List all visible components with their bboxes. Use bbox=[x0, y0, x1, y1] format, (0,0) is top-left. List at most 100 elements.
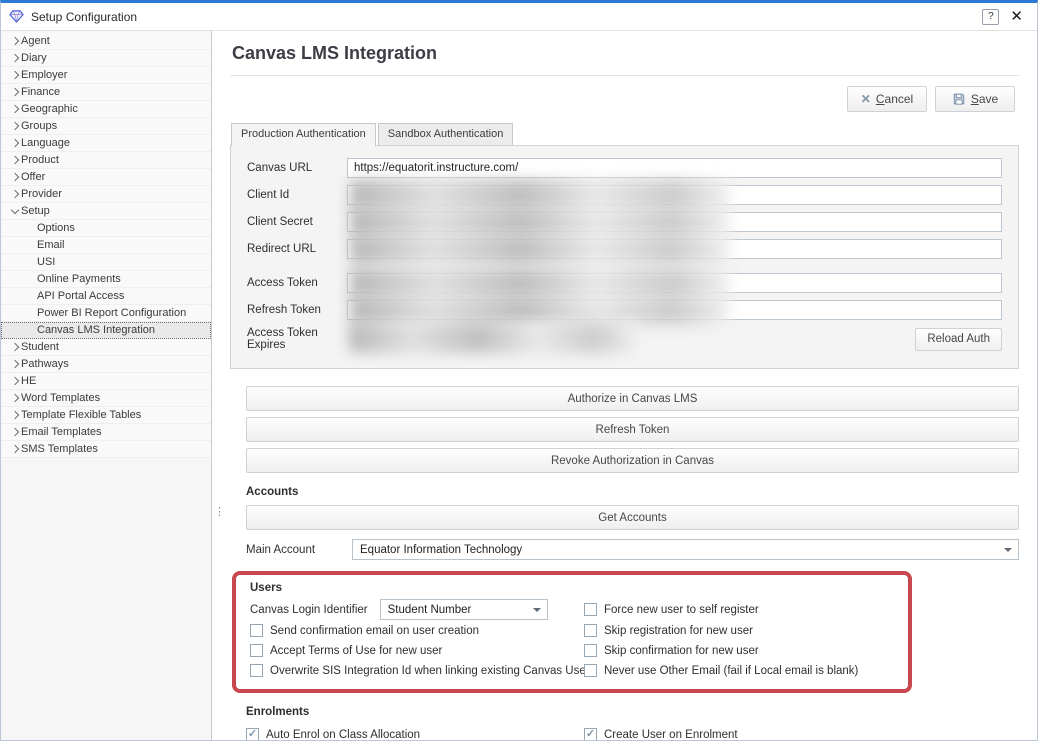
sidebar-item-options[interactable]: Options bbox=[1, 220, 211, 237]
checkbox-skip-confirmation-for-new-user[interactable]: Skip confirmation for new user bbox=[584, 644, 896, 657]
sidebar-item-product[interactable]: Product bbox=[1, 152, 211, 169]
sidebar-item-email[interactable]: Email bbox=[1, 237, 211, 254]
field-input-canvas-url[interactable]: https://equatorit.instructure.com/ bbox=[347, 158, 1002, 178]
sidebar-item-api-portal-access[interactable]: API Portal Access bbox=[1, 288, 211, 305]
field-row-redirect-url: Redirect URL bbox=[247, 239, 1002, 259]
unchecked-checkbox-icon bbox=[584, 664, 597, 677]
sidebar-item-online-payments[interactable]: Online Payments bbox=[1, 271, 211, 288]
sidebar-item-label: API Portal Access bbox=[37, 290, 124, 302]
splitter-grip-icon[interactable]: ⋮ bbox=[214, 509, 225, 516]
tab-sandbox-authentication[interactable]: Sandbox Authentication bbox=[378, 123, 514, 145]
chevron-right-icon[interactable] bbox=[8, 140, 21, 146]
chevron-right-icon[interactable] bbox=[8, 344, 21, 350]
chevron-right-icon[interactable] bbox=[8, 123, 21, 129]
cancel-button-label: Cancel bbox=[876, 92, 913, 106]
main-account-value: Equator Information Technology bbox=[360, 544, 1001, 556]
chevron-right-icon[interactable] bbox=[8, 191, 21, 197]
cancel-button[interactable]: ✕ Cancel bbox=[847, 86, 927, 112]
sidebar-item-he[interactable]: HE bbox=[1, 373, 211, 390]
help-button[interactable]: ? bbox=[982, 9, 999, 25]
field-label-client-id: Client Id bbox=[247, 189, 347, 201]
sidebar-item-canvas-lms-integration[interactable]: Canvas LMS Integration bbox=[1, 322, 211, 339]
close-button[interactable]: ✕ bbox=[1006, 9, 1027, 24]
sidebar-item-offer[interactable]: Offer bbox=[1, 169, 211, 186]
chevron-right-icon[interactable] bbox=[8, 395, 21, 401]
chevron-down-icon bbox=[530, 608, 544, 612]
field-input-access-token[interactable] bbox=[347, 273, 1002, 293]
sidebar-item-word-templates[interactable]: Word Templates bbox=[1, 390, 211, 407]
unchecked-checkbox-icon bbox=[250, 644, 263, 657]
sidebar-item-employer[interactable]: Employer bbox=[1, 67, 211, 84]
sidebar-item-pathways[interactable]: Pathways bbox=[1, 356, 211, 373]
sidebar-item-agent[interactable]: Agent bbox=[1, 33, 211, 50]
chevron-right-icon[interactable] bbox=[8, 89, 21, 95]
chevron-right-icon[interactable] bbox=[8, 361, 21, 367]
chevron-down-icon[interactable] bbox=[8, 209, 21, 213]
checkbox-auto-enrol-on-class-allocation[interactable]: ✓Auto Enrol on Class Allocation bbox=[246, 728, 576, 740]
redaction-blur bbox=[349, 323, 638, 353]
checkbox-accept-terms-of-use-for-new-user[interactable]: Accept Terms of Use for new user bbox=[250, 644, 576, 657]
unchecked-checkbox-icon bbox=[250, 664, 263, 677]
chevron-right-icon[interactable] bbox=[8, 38, 21, 44]
sidebar-item-label: Setup bbox=[21, 205, 50, 217]
chevron-right-icon[interactable] bbox=[8, 72, 21, 78]
sidebar-item-language[interactable]: Language bbox=[1, 135, 211, 152]
sidebar-item-label: Provider bbox=[21, 188, 62, 200]
sidebar-item-sms-templates[interactable]: SMS Templates bbox=[1, 441, 211, 458]
field-input-client-id[interactable] bbox=[347, 185, 1002, 205]
chevron-right-icon[interactable] bbox=[8, 106, 21, 112]
sidebar-item-finance[interactable]: Finance bbox=[1, 84, 211, 101]
sidebar-item-label: Online Payments bbox=[37, 273, 121, 285]
sidebar-item-label: Power BI Report Configuration bbox=[37, 307, 186, 319]
revoke-authorization-in-canvas-button[interactable]: Revoke Authorization in Canvas bbox=[246, 448, 1019, 473]
chevron-right-icon[interactable] bbox=[8, 55, 21, 61]
sidebar-item-template-flexible-tables[interactable]: Template Flexible Tables bbox=[1, 407, 211, 424]
sidebar-tree: AgentDiaryEmployerFinanceGeographicGroup… bbox=[1, 31, 212, 740]
sidebar-item-label: USI bbox=[37, 256, 55, 268]
field-input-redirect-url[interactable] bbox=[347, 239, 1002, 259]
sidebar-item-email-templates[interactable]: Email Templates bbox=[1, 424, 211, 441]
sidebar-item-diary[interactable]: Diary bbox=[1, 50, 211, 67]
sidebar-item-provider[interactable]: Provider bbox=[1, 186, 211, 203]
chevron-down-icon bbox=[1001, 548, 1015, 552]
chevron-right-icon[interactable] bbox=[8, 412, 21, 418]
main-account-label: Main Account bbox=[246, 544, 352, 556]
chevron-right-icon[interactable] bbox=[8, 429, 21, 435]
sidebar-item-groups[interactable]: Groups bbox=[1, 118, 211, 135]
checkbox-skip-registration-for-new-user[interactable]: Skip registration for new user bbox=[584, 624, 896, 637]
chevron-right-icon[interactable] bbox=[8, 446, 21, 452]
refresh-token-button[interactable]: Refresh Token bbox=[246, 417, 1019, 442]
command-bar: ✕ Cancel Save bbox=[230, 76, 1019, 123]
field-label-access-token-expires: Access Token Expires bbox=[247, 327, 347, 351]
window-title: Setup Configuration bbox=[31, 10, 975, 24]
checkbox-never-use-other-email-fail-if-local-email-is-blank[interactable]: Never use Other Email (fail if Local ema… bbox=[584, 664, 896, 677]
app-gem-icon bbox=[9, 9, 24, 24]
field-input-refresh-token[interactable] bbox=[347, 300, 1002, 320]
main-account-select[interactable]: Equator Information Technology bbox=[352, 539, 1019, 560]
tab-production-authentication[interactable]: Production Authentication bbox=[231, 123, 376, 146]
checkbox-force-new-user-to-self-register[interactable]: Force new user to self register bbox=[584, 603, 896, 616]
sidebar-item-geographic[interactable]: Geographic bbox=[1, 101, 211, 118]
sidebar-item-label: Template Flexible Tables bbox=[21, 409, 141, 421]
sidebar-item-usi[interactable]: USI bbox=[1, 254, 211, 271]
sidebar-item-student[interactable]: Student bbox=[1, 339, 211, 356]
sidebar-item-label: Canvas LMS Integration bbox=[37, 324, 155, 336]
reload-auth-button[interactable]: Reload Auth bbox=[915, 328, 1002, 351]
field-input-client-secret[interactable] bbox=[347, 212, 1002, 232]
chevron-right-icon[interactable] bbox=[8, 378, 21, 384]
field-label-client-secret: Client Secret bbox=[247, 216, 347, 228]
titlebar: Setup Configuration ? ✕ bbox=[1, 3, 1037, 31]
checkbox-overwrite-sis-integration-id-when-linking-existing-canvas-user[interactable]: Overwrite SIS Integration Id when linkin… bbox=[250, 664, 576, 677]
redacted-value-access-token-expires bbox=[347, 329, 903, 349]
get-accounts-button[interactable]: Get Accounts bbox=[246, 505, 1019, 530]
chevron-right-icon[interactable] bbox=[8, 174, 21, 180]
save-button[interactable]: Save bbox=[935, 86, 1015, 112]
sidebar-item-power-bi-report-configuration[interactable]: Power BI Report Configuration bbox=[1, 305, 211, 322]
sidebar-item-setup[interactable]: Setup bbox=[1, 203, 211, 220]
checkbox-send-confirmation-email-on-user-creation[interactable]: Send confirmation email on user creation bbox=[250, 624, 576, 637]
chevron-right-icon[interactable] bbox=[8, 157, 21, 163]
authorize-in-canvas-lms-button[interactable]: Authorize in Canvas LMS bbox=[246, 386, 1019, 411]
checkbox-create-user-on-enrolment[interactable]: ✓Create User on Enrolment bbox=[584, 728, 1019, 740]
redaction-blur bbox=[350, 268, 729, 298]
login-identifier-select[interactable]: Student Number bbox=[380, 599, 548, 620]
